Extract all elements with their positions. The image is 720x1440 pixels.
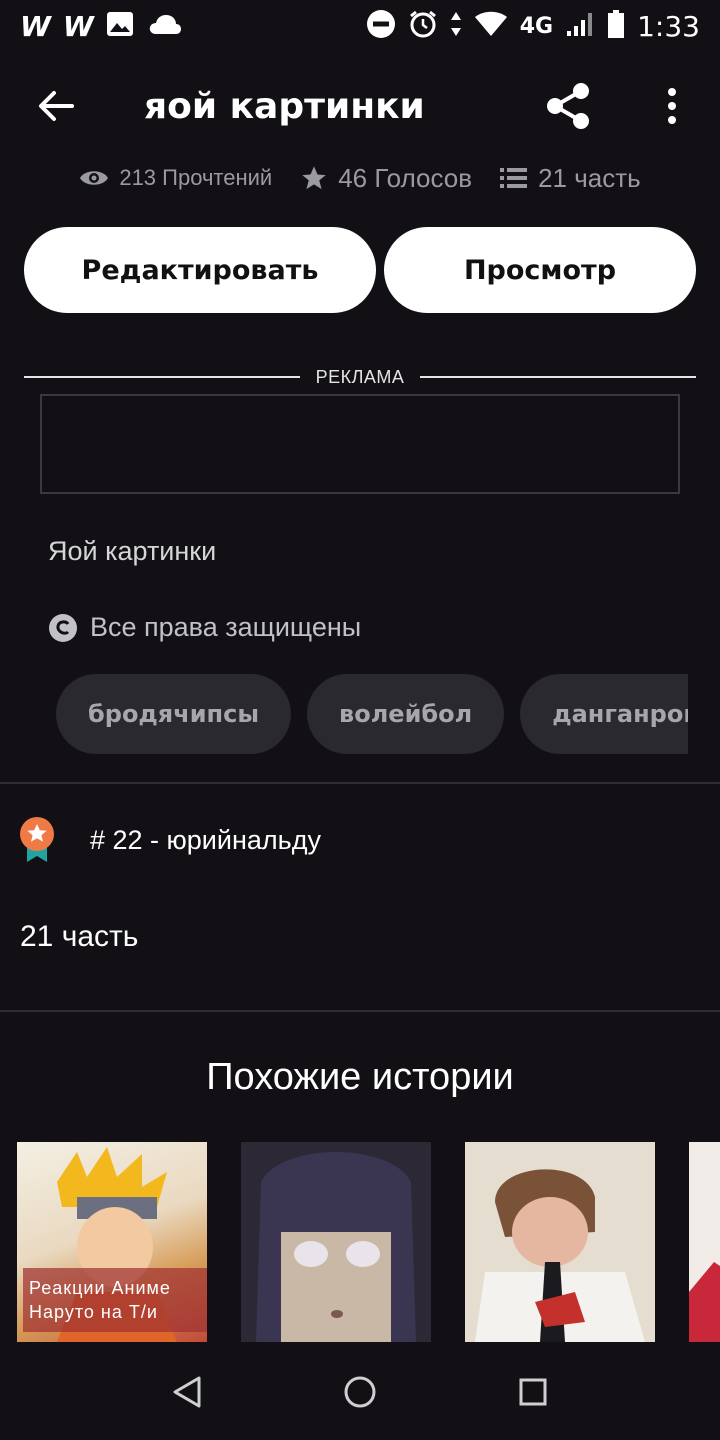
arrow-left-icon: [39, 91, 74, 121]
parts-stat: 21 часть: [500, 163, 641, 194]
parts-count: 21 часть: [538, 162, 641, 193]
tag-chip[interactable]: бродячипсы: [56, 674, 292, 754]
more-options-button[interactable]: [646, 74, 698, 138]
divider-line: [24, 376, 300, 378]
copyright-text: Все права защищены: [90, 612, 362, 642]
tag-chip[interactable]: волейбол: [307, 674, 505, 754]
cover-artwork: [241, 1142, 431, 1342]
votes-count: 46 Голосов: [338, 162, 473, 193]
cover-artwork: [689, 1142, 720, 1342]
status-time: 1:33: [637, 9, 700, 43]
more-vertical-icon: [668, 88, 676, 124]
cover-caption-line: Реакции Аниме: [29, 1278, 171, 1298]
story-cover[interactable]: Реакции Аниме Наруто на Т/и: [17, 1142, 207, 1342]
divider-line: [420, 376, 697, 378]
copyright-notice: Все права защищены: [48, 612, 361, 643]
similar-stories-carousel: Реакции Аниме Наруто на Т/и: [17, 1142, 720, 1342]
ranking-badge-icon: [20, 817, 54, 862]
similar-stories-title: Похожие истории: [206, 1056, 514, 1098]
star-icon: [302, 166, 326, 190]
cover-caption-line: Наруто на Т/и: [29, 1302, 158, 1322]
story-cover[interactable]: [465, 1142, 655, 1342]
story-stats: 213 Прочтений 46 Голосов 21 часть: [0, 158, 720, 198]
ad-divider: РЕКЛАМА: [24, 364, 697, 390]
section-divider: [0, 782, 720, 784]
story-cover[interactable]: [241, 1142, 431, 1342]
share-icon: [547, 83, 589, 129]
nav-back-button[interactable]: [157, 1362, 217, 1422]
tag-list: бродячипсы волейбол данганромпа: [56, 674, 688, 754]
system-nav-bar: [0, 1344, 720, 1440]
data-arrows-icon: [450, 11, 462, 42]
status-right-icons: 4G 1:33: [366, 9, 700, 44]
network-type: 4G: [519, 13, 554, 39]
ranking-row[interactable]: # 22 - юрийнальду: [18, 816, 321, 864]
nav-home-button[interactable]: [330, 1362, 390, 1422]
list-icon: [500, 168, 528, 188]
reads-count: 213 Прочтений: [119, 165, 273, 190]
votes-stat: 46 Голосов: [300, 163, 472, 194]
wattpad-notification-icon: W: [20, 9, 51, 43]
tag-chip[interactable]: данганромпа: [520, 674, 688, 754]
copyright-icon: [49, 613, 77, 642]
status-bar: W W 4G 1:33: [0, 0, 720, 52]
signal-icon: [565, 11, 595, 42]
app-bar: яой картинки: [0, 60, 720, 152]
parts-label[interactable]: 21 часть: [20, 920, 138, 954]
ad-label: РЕКЛАМА: [315, 366, 405, 387]
cover-caption: Реакции Аниме Наруто на Т/и: [23, 1268, 207, 1332]
view-button[interactable]: Просмотр: [384, 227, 696, 313]
circle-home-icon: [344, 1376, 376, 1408]
square-recents-icon: [519, 1378, 547, 1406]
section-divider: [0, 1010, 720, 1012]
cover-artwork: [465, 1142, 655, 1342]
story-cover[interactable]: [689, 1142, 720, 1342]
eye-icon: [80, 171, 109, 185]
alarm-icon: [408, 9, 438, 44]
ranking-text: # 22 - юрийнальду: [90, 824, 321, 855]
edit-button[interactable]: Редактировать: [24, 227, 376, 313]
page-title: яой картинки: [144, 85, 425, 127]
wattpad-notification-icon: W: [62, 9, 94, 43]
status-left-icons: W W: [20, 10, 182, 43]
cloud-icon: [148, 13, 182, 40]
nav-recents-button[interactable]: [503, 1362, 563, 1422]
story-description: Яой картинки: [48, 536, 217, 566]
wifi-icon: [474, 11, 508, 42]
do-not-disturb-icon: [366, 9, 396, 44]
triangle-back-icon: [173, 1376, 201, 1408]
battery-icon: [607, 9, 625, 44]
image-icon: [106, 11, 134, 42]
share-button[interactable]: [536, 74, 600, 138]
reads-stat: 213 Прочтений: [79, 165, 272, 191]
ad-banner[interactable]: [40, 394, 680, 494]
back-button[interactable]: [0, 60, 112, 152]
